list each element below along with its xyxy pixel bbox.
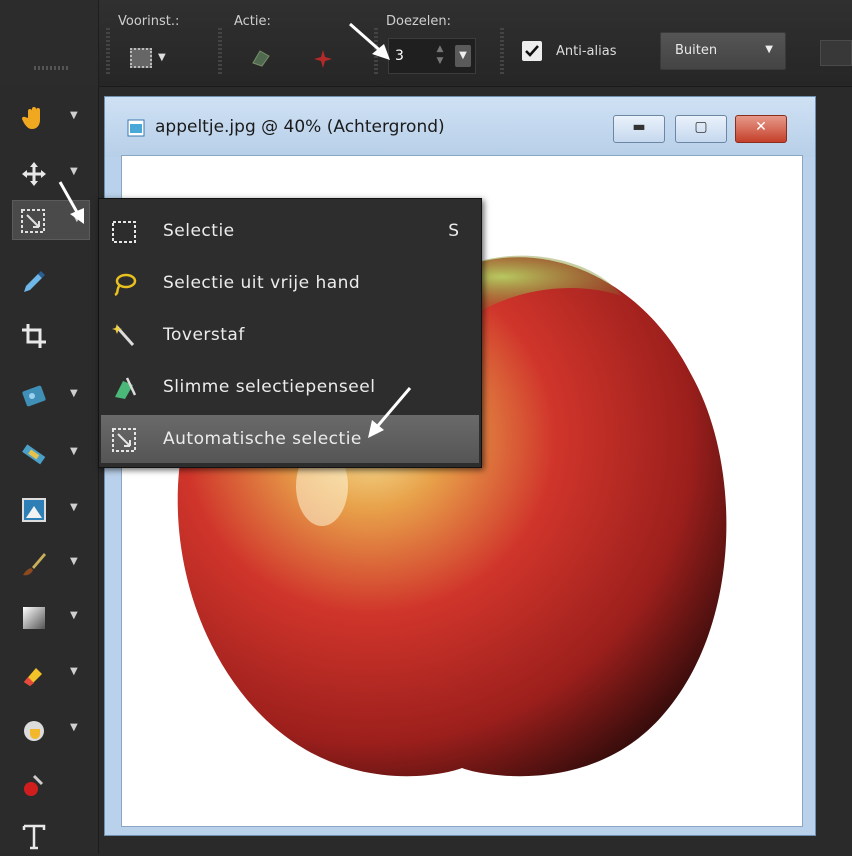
- feather-value: 3: [395, 48, 404, 64]
- separator: [106, 28, 110, 74]
- preset-dropdown[interactable]: ▼: [130, 44, 174, 72]
- spin-arrows-icon[interactable]: ▲ ▼: [433, 43, 447, 69]
- move-icon: [22, 162, 46, 186]
- chevron-down-icon: ▼: [158, 52, 166, 63]
- tool-pan[interactable]: ▼: [14, 98, 78, 138]
- chevron-down-icon[interactable]: ▼: [70, 110, 78, 121]
- close-icon: ✕: [755, 119, 767, 135]
- chevron-down-icon[interactable]: ▼: [70, 556, 78, 567]
- more-options-button[interactable]: [820, 40, 852, 66]
- selection-tools-flyout: Selectie S Selectie uit vrije hand Tover…: [98, 198, 482, 468]
- paint-brush-icon: [23, 553, 46, 576]
- select-none-icon[interactable]: [250, 48, 272, 68]
- maximize-icon: ▢: [694, 119, 708, 135]
- chevron-down-icon[interactable]: ▼: [70, 666, 78, 677]
- fill-icon: [24, 721, 44, 741]
- document-title-bar[interactable]: appeltje.jpg @ 40% (Achtergrond) ▬ ▢ ✕: [105, 97, 815, 157]
- eyedropper-icon: [24, 271, 45, 292]
- menu-item-label: Selectie uit vrije hand: [163, 273, 361, 293]
- tool-fill[interactable]: ▼: [14, 710, 78, 750]
- menu-item-selectie[interactable]: Selectie S: [101, 207, 479, 255]
- rectangle-selection-icon: [112, 221, 136, 243]
- minimize-icon: ▬: [632, 119, 646, 135]
- tool-gradient[interactable]: ▼: [14, 598, 78, 638]
- menu-item-magic-wand[interactable]: Toverstaf: [101, 311, 479, 359]
- chevron-down-icon[interactable]: ▼: [70, 722, 78, 733]
- chevron-down-icon[interactable]: ▼: [70, 388, 78, 399]
- chevron-down-icon[interactable]: ▼: [70, 446, 78, 457]
- antialias-mode-select[interactable]: Buiten ▼: [660, 32, 786, 70]
- chevron-down-icon[interactable]: ▼: [70, 166, 78, 177]
- menu-item-label: Automatische selectie: [163, 429, 362, 449]
- annotation-arrow-icon: [368, 387, 412, 438]
- menu-item-shortcut: S: [448, 221, 459, 241]
- menu-item-label: Selectie: [163, 221, 235, 241]
- checkmark-icon: [525, 45, 539, 57]
- selection-tool-icon: [21, 209, 45, 233]
- menu-item-auto-selection[interactable]: Automatische selectie: [101, 415, 479, 463]
- separator: [218, 28, 222, 74]
- tool-red-eye[interactable]: [14, 766, 70, 806]
- tool-crop[interactable]: [14, 316, 70, 356]
- antialias-label: Anti-alias: [556, 44, 617, 59]
- tool-text[interactable]: [14, 816, 70, 856]
- annotation-arrow-icon: [58, 181, 84, 224]
- menu-item-label: Slimme selectiepenseel: [163, 377, 376, 397]
- chevron-down-icon[interactable]: ▼: [455, 45, 471, 67]
- antialias-checkbox[interactable]: [522, 41, 542, 61]
- hand-icon: [21, 107, 40, 129]
- eraser-icon: [24, 668, 42, 686]
- menu-item-smart-brush[interactable]: Slimme selectiepenseel: [101, 363, 479, 411]
- promote-selection-icon[interactable]: [312, 48, 334, 70]
- grip-dots: [34, 66, 70, 70]
- picture-tube-icon: [22, 498, 46, 522]
- tool-retouch[interactable]: ▼: [14, 376, 78, 416]
- straighten-icon: [22, 444, 46, 465]
- retouch-icon: [22, 385, 46, 407]
- minimize-button[interactable]: ▬: [613, 115, 665, 143]
- smart-selection-brush-icon: [115, 377, 137, 399]
- tool-picture-tube[interactable]: ▼: [14, 490, 78, 530]
- action-label: Actie:: [234, 14, 271, 29]
- gradient-icon: [23, 607, 45, 629]
- auto-selection-icon: [112, 428, 136, 452]
- palette-grip[interactable]: [0, 0, 99, 86]
- tool-eyedropper[interactable]: [14, 262, 70, 302]
- magic-wand-icon: [112, 324, 135, 346]
- chevron-down-icon[interactable]: ▼: [70, 610, 78, 621]
- tool-options-bar: Voorinst.: ▼ Actie: Doezelen: 3 ▲ ▼ ▼ Ant…: [0, 0, 852, 87]
- image-file-icon: [127, 119, 145, 137]
- preset-selection-icon: [130, 48, 152, 68]
- separator: [500, 28, 504, 74]
- red-eye-icon: [24, 774, 44, 796]
- document-title: appeltje.jpg @ 40% (Achtergrond): [155, 117, 445, 137]
- maximize-button[interactable]: ▢: [675, 115, 727, 143]
- crop-icon: [22, 324, 46, 348]
- chevron-down-icon: ▼: [765, 44, 773, 55]
- text-icon: [22, 824, 46, 850]
- feather-input[interactable]: 3 ▲ ▼ ▼: [388, 38, 476, 74]
- tool-eraser[interactable]: ▼: [14, 654, 78, 694]
- lasso-icon: [114, 273, 137, 297]
- chevron-down-icon[interactable]: ▼: [70, 502, 78, 513]
- close-button[interactable]: ✕: [735, 115, 787, 143]
- preset-label: Voorinst.:: [118, 14, 180, 29]
- menu-item-freehand[interactable]: Selectie uit vrije hand: [101, 259, 479, 307]
- annotation-arrow-icon: [349, 22, 390, 60]
- tool-paint-brush[interactable]: ▼: [14, 544, 78, 584]
- tool-straighten[interactable]: ▼: [14, 434, 78, 474]
- mode-value: Buiten: [675, 43, 718, 58]
- menu-item-label: Toverstaf: [163, 325, 245, 345]
